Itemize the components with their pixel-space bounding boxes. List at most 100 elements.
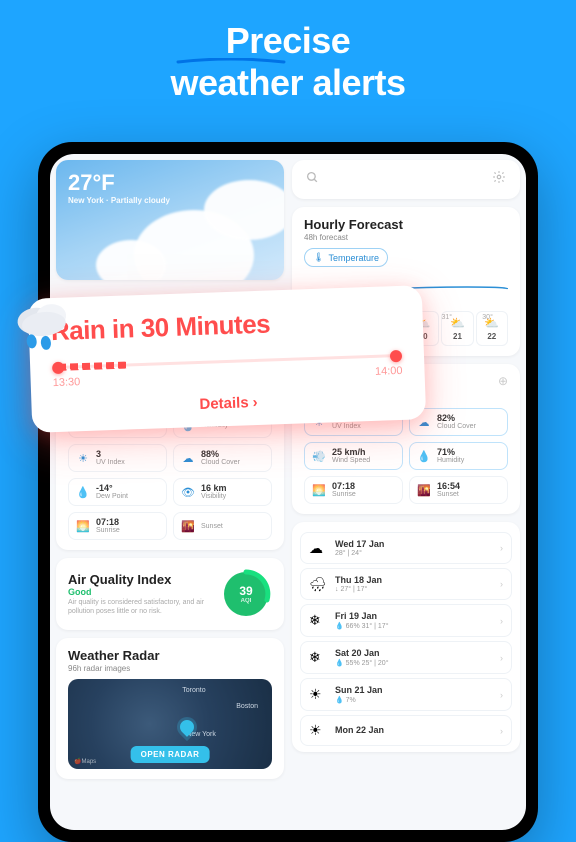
day-row[interactable]: ❄ Sat 20 Jan 💧 55% 25° | 20° › [300, 641, 512, 674]
spark-temp: 30° [482, 314, 493, 321]
more-icon[interactable]: ⊕ [498, 374, 508, 388]
aqi-gauge: 39AQI [220, 568, 272, 620]
stat-icon: ☁ [417, 415, 431, 429]
stat-grid-left: ⏲ Pressure💧 Humidity☀ 3 UV Index☁ 88% Cl… [68, 412, 272, 540]
stat-label: Wind Speed [332, 457, 370, 464]
chevron-right-icon: › [252, 394, 258, 411]
day-summary: ↓ 27° | 17° [335, 586, 492, 593]
weather-icon: ☀ [309, 722, 327, 739]
chevron-right-icon: › [500, 653, 503, 663]
stat-icon: ☀ [76, 451, 90, 465]
map-city-label: Toronto [182, 687, 205, 694]
day-name: Fri 19 Jan [335, 611, 492, 621]
stat-item: ☀ 3 UV Index [68, 444, 167, 472]
stat-label: Sunset [201, 523, 223, 530]
weather-icon: ☁ [309, 540, 327, 557]
chevron-right-icon: › [500, 616, 503, 626]
daily-forecast-card: ☁ Wed 17 Jan 28° | 24° ›🌧 Thu 18 Jan ↓ 2… [292, 522, 520, 752]
day-row[interactable]: 🌧 Thu 18 Jan ↓ 27° | 17° › [300, 568, 512, 600]
day-summary: 💧 7% [335, 696, 492, 704]
weather-icon: 🌧 [309, 576, 327, 593]
alert-end-time: 14:00 [375, 365, 403, 378]
chevron-right-icon: › [500, 579, 503, 589]
temperature-chip[interactable]: 🌡 Temperature [304, 248, 388, 267]
day-name: Thu 18 Jan [335, 575, 492, 585]
map-attribution: 🍎Maps [74, 758, 96, 765]
stat-value: 71% [437, 448, 464, 457]
stat-label: UV Index [96, 459, 125, 466]
aqi-card[interactable]: Air Quality Index Good Air quality is co… [56, 558, 284, 630]
thermometer-icon: 🌡 [313, 252, 324, 263]
search-card [292, 160, 520, 199]
stat-icon: 👁 [181, 485, 195, 499]
details-label: Details [199, 394, 249, 413]
weather-icon: ❄ [309, 612, 327, 629]
weather-icon: ☀ [309, 686, 327, 703]
map-city-label: Boston [236, 703, 258, 710]
rain-cloud-icon [10, 297, 79, 353]
stat-value: 07:18 [332, 482, 356, 491]
hour-label: 22 [487, 332, 496, 341]
stat-label: Visibility [201, 493, 227, 500]
stat-item: ☁ 88% Cloud Cover [173, 444, 272, 472]
left-column: 27°F New York · Partially cloudy ⏲ Press… [56, 160, 284, 824]
marketing-header: Precise weather alerts [0, 0, 576, 112]
stat-icon: ☁ [181, 451, 195, 465]
hour-label: 21 [453, 332, 462, 341]
aqi-title: Air Quality Index [68, 572, 210, 587]
aqi-status: Good [68, 587, 210, 597]
stat-icon: 💧 [417, 449, 431, 463]
stat-label: UV Index [332, 423, 361, 430]
hourly-title: Hourly Forecast [304, 217, 508, 232]
stat-item: 💧 71% Humidity [409, 442, 508, 470]
tablet-frame: 27°F New York · Partially cloudy ⏲ Press… [38, 142, 538, 842]
alert-start-time: 13:30 [53, 376, 81, 389]
alert-details-button[interactable]: Details › [53, 389, 403, 418]
stat-label: Sunrise [332, 491, 356, 498]
stat-value: 82% [437, 414, 476, 423]
radar-card: Weather Radar 96h radar images Toronto B… [56, 638, 284, 779]
day-row[interactable]: ❄ Fri 19 Jan 💧 66% 31° | 17° › [300, 604, 512, 637]
chevron-right-icon: › [500, 726, 503, 736]
stat-icon: 🌅 [312, 483, 326, 497]
chip-label: Temperature [328, 253, 379, 263]
radar-map[interactable]: Toronto Boston New York Baltimore 🍎Maps … [68, 679, 272, 769]
stat-value: 88% [201, 450, 240, 459]
chevron-right-icon: › [500, 543, 503, 553]
timeline-end-handle[interactable] [390, 350, 402, 362]
current-weather-hero[interactable]: 27°F New York · Partially cloudy [56, 160, 284, 280]
search-icon[interactable] [306, 171, 319, 189]
stat-icon: 💨 [312, 449, 326, 463]
day-name: Wed 17 Jan [335, 539, 492, 549]
day-summary: 💧 66% 31° | 17° [335, 622, 492, 630]
stat-label: Sunrise [96, 527, 120, 534]
day-row[interactable]: ☀ Sun 21 Jan 💧 7% › [300, 678, 512, 711]
aqi-value: 39 [239, 584, 252, 598]
stat-icon: 🌇 [181, 519, 195, 533]
stat-label: Cloud Cover [437, 423, 476, 430]
stat-value: 16:54 [437, 482, 460, 491]
stat-item: 👁 16 km Visibility [173, 478, 272, 506]
stat-item: 🌅 07:18 Sunrise [304, 476, 403, 504]
day-name: Sun 21 Jan [335, 685, 492, 695]
weather-icon: ❄ [309, 649, 327, 666]
stat-value: -14° [96, 484, 128, 493]
timeline-start-handle[interactable] [52, 362, 64, 374]
cloud-decoration [204, 180, 284, 240]
gear-icon[interactable] [492, 170, 506, 189]
stat-item: 🌇 Sunset [173, 512, 272, 540]
open-radar-button[interactable]: OPEN RADAR [131, 746, 210, 763]
day-row[interactable]: ☁ Wed 17 Jan 28° | 24° › [300, 532, 512, 564]
stat-icon: 🌅 [76, 519, 90, 533]
stat-item: 🌇 16:54 Sunset [409, 476, 508, 504]
stat-label: Humidity [437, 457, 464, 464]
stat-label: Cloud Cover [201, 459, 240, 466]
app-screen: 27°F New York · Partially cloudy ⏲ Press… [50, 154, 526, 830]
stat-item: ☁ 82% Cloud Cover [409, 408, 508, 436]
day-name: Sat 20 Jan [335, 648, 492, 658]
day-summary: 28° | 24° [335, 550, 492, 557]
day-row[interactable]: ☀ Mon 22 Jan › [300, 715, 512, 746]
rain-alert-card[interactable]: Rain in 30 Minutes 13:30 14:00 Details › [28, 285, 426, 433]
stat-value: 25 km/h [332, 448, 370, 457]
alert-title: Rain in 30 Minutes [50, 304, 401, 347]
